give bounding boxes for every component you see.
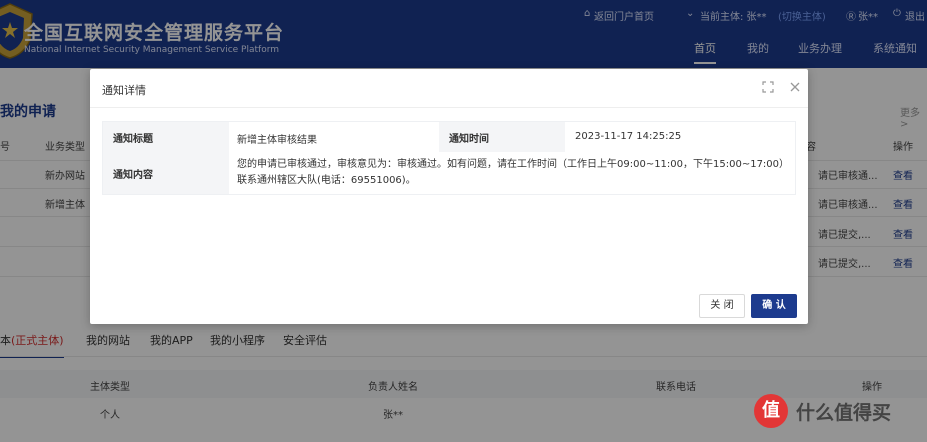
watermark-text: 什么值得买 (796, 402, 892, 424)
watermark-logo-icon: 值 (754, 394, 788, 428)
close-button[interactable]: 关 闭 (699, 294, 745, 318)
content-value: 您的申请已审核通过，审核意见为：审核通过。如有问题，请在工作时间（工作日上午09… (237, 159, 785, 186)
notification-detail-table: 通知标题 新增主体审核结果 通知时间 2023-11-17 14:25:25 通… (102, 121, 796, 195)
dialog-header: 通知详情 (90, 69, 808, 108)
content-label: 通知内容 (113, 170, 153, 181)
field-label: 通知时间 (439, 122, 565, 152)
confirm-button[interactable]: 确 认 (751, 294, 797, 318)
subject-value: 新增主体审核结果 (237, 135, 317, 146)
dialog-title: 通知详情 (102, 84, 146, 97)
time-label: 通知时间 (449, 134, 489, 145)
field-label: 通知标题 (103, 122, 229, 152)
smzdm-watermark: 值 什么值得买 (754, 394, 924, 430)
time-value: 2023-11-17 14:25:25 (575, 131, 682, 142)
close-icon[interactable] (787, 79, 803, 95)
notification-detail-dialog: 通知详情 通知标题 新增主体审核结果 通知时间 2023-11-17 14:25… (90, 69, 808, 324)
subject-label: 通知标题 (113, 134, 153, 145)
field-label: 通知内容 (103, 152, 229, 194)
fullscreen-icon[interactable] (760, 79, 776, 95)
